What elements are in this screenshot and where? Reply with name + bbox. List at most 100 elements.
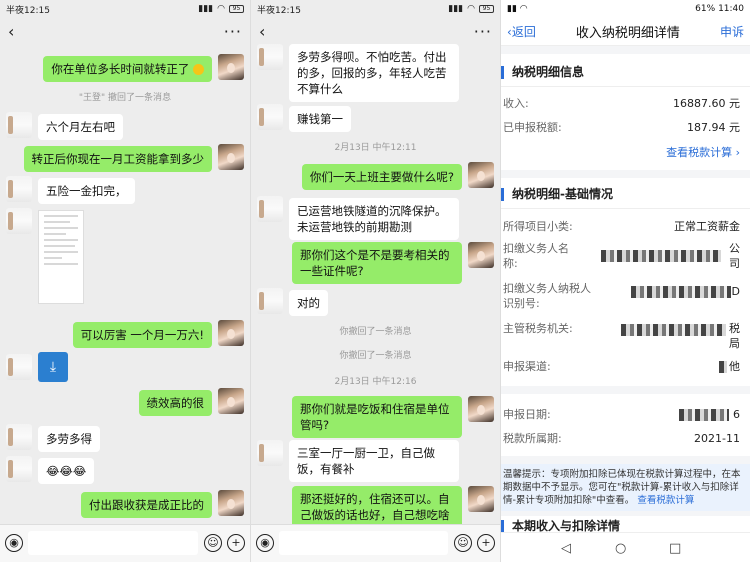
avatar-contact[interactable] bbox=[6, 424, 32, 450]
wifi-icon: ◠ bbox=[467, 4, 475, 14]
message-bubble[interactable]: 三室一厅一厨一卫，自己做饭，有餐补 bbox=[289, 440, 459, 482]
message-bubble[interactable]: 转正后你现在一月工资能拿到多少 bbox=[23, 146, 212, 172]
system-notice: "王登" 撤回了一条消息 bbox=[78, 93, 172, 103]
tax-authority-label: 主管税务机关: bbox=[503, 322, 573, 335]
message-bubble[interactable]: 那你们这个是不是要考相关的一些证件呢? bbox=[292, 242, 462, 284]
system-nav-bar: ◁ ○ □ bbox=[501, 532, 750, 562]
tip-link[interactable]: 查看税款计算 bbox=[637, 495, 694, 506]
timestamp: 2月13日 中午12:11 bbox=[334, 143, 417, 153]
tax-authority-value: 税局 bbox=[729, 322, 740, 350]
voice-icon[interactable]: ◉ bbox=[5, 534, 23, 552]
chat-panel-left: 半夜12:15 ▮▮▮ ◠ 95 ‹ ··· 你在单位多长时间就转正了 "王登"… bbox=[0, 0, 250, 562]
status-time: 11:40 bbox=[718, 4, 744, 14]
message-bubble[interactable]: 你在单位多长时间就转正了 bbox=[43, 56, 212, 82]
avatar-self[interactable] bbox=[218, 54, 244, 80]
status-bar: 半夜12:15 ▮▮▮ ◠ 95 bbox=[251, 0, 500, 18]
message-bubble[interactable]: 你们一天上班主要做什么呢? bbox=[301, 164, 462, 190]
battery-icon: 95 bbox=[229, 5, 244, 13]
back-chevron-icon[interactable]: ‹ bbox=[8, 22, 14, 41]
emoji-picker-icon[interactable]: ☺ bbox=[204, 534, 222, 552]
message-bubble[interactable]: 已运营地铁隧道的沉降保护。未运营地铁的前期勘测 bbox=[289, 198, 459, 240]
declare-date-value: 6 bbox=[733, 408, 740, 421]
avatar-contact[interactable] bbox=[6, 176, 32, 202]
avatar-contact[interactable] bbox=[257, 440, 283, 466]
avatar-contact[interactable] bbox=[257, 288, 283, 314]
plus-icon[interactable]: + bbox=[477, 534, 495, 552]
voice-icon[interactable]: ◉ bbox=[256, 534, 274, 552]
nav-back-icon[interactable]: ◁ bbox=[561, 541, 571, 556]
back-chevron-icon[interactable]: ‹ bbox=[259, 22, 265, 41]
avatar-self[interactable] bbox=[218, 144, 244, 170]
nav-recent-icon[interactable]: □ bbox=[669, 541, 681, 556]
message-bubble[interactable]: 六个月左右吧 bbox=[38, 114, 123, 140]
redacted-mask bbox=[719, 361, 727, 373]
message-bubble[interactable]: 那还挺好的，住宿还可以。自己做饭的话也好，自己想吃啥做啥 bbox=[292, 486, 462, 524]
status-icons-left: ▮▮ ◠ bbox=[507, 4, 528, 14]
withholder-name-label: 扣缴义务人名称: bbox=[503, 242, 569, 270]
status-icons: ▮▮▮ ◠ 95 bbox=[448, 4, 494, 14]
basic-info-card: 纳税明细-基础情况 所得项目小类: 正常工资薪金 扣缴义务人名称: 公司 扣缴义… bbox=[501, 178, 750, 456]
section-title: 纳税明细信息 bbox=[501, 66, 584, 79]
tax-period-value: 2021-11 bbox=[694, 432, 740, 445]
signal-icon: ▮▮▮ bbox=[198, 4, 214, 14]
avatar-self[interactable] bbox=[218, 490, 244, 516]
avatar-self[interactable] bbox=[218, 320, 244, 346]
emoji-icon bbox=[193, 64, 204, 75]
tax-info-card: 纳税明细信息 收入: 16887.60 元 已申报税额: 187.94 元 查看… bbox=[501, 54, 750, 170]
redacted-mask bbox=[601, 250, 721, 262]
message-bubble[interactable]: 绩效高的很 bbox=[138, 390, 212, 416]
more-icon[interactable]: ··· bbox=[474, 22, 492, 41]
more-icon[interactable]: ··· bbox=[224, 22, 242, 41]
page-title: 收入纳税明细详情 bbox=[575, 26, 680, 41]
channel-value: 他 bbox=[729, 360, 740, 373]
message-input[interactable] bbox=[279, 531, 448, 555]
file-download-icon[interactable]: ⤓ bbox=[38, 352, 68, 382]
emoji-picker-icon[interactable]: ☺ bbox=[454, 534, 472, 552]
avatar-self[interactable] bbox=[468, 162, 494, 188]
avatar-contact[interactable] bbox=[6, 208, 32, 234]
input-bar: ◉ ☺ + bbox=[0, 524, 250, 562]
view-tax-calc-link[interactable]: 查看税款计算 › bbox=[666, 145, 740, 160]
avatar-contact[interactable] bbox=[257, 196, 283, 222]
redacted-mask bbox=[679, 409, 729, 421]
avatar-self[interactable] bbox=[468, 486, 494, 512]
message-bubble[interactable]: 赚钱第一 bbox=[289, 106, 351, 132]
avatar-self[interactable] bbox=[218, 388, 244, 414]
avatar-contact[interactable] bbox=[6, 112, 32, 138]
chat-header: ‹ ··· bbox=[251, 18, 500, 44]
avatar-self[interactable] bbox=[468, 396, 494, 422]
status-bar: 半夜12:15 ▮▮▮ ◠ 95 bbox=[0, 0, 250, 18]
system-notice: 你撤回了一条消息 bbox=[339, 327, 412, 337]
image-message[interactable] bbox=[38, 210, 84, 304]
message-bubble[interactable]: 付出跟收获是成正比的 bbox=[81, 492, 212, 518]
item-type-label: 所得项目小类: bbox=[503, 220, 573, 233]
plus-icon[interactable]: + bbox=[227, 534, 245, 552]
avatar-contact[interactable] bbox=[257, 104, 283, 130]
message-list: 多劳多得呗。不怕吃苦。付出的多，回报的多，年轻人吃苦不算什么 赚钱第一 2月13… bbox=[251, 44, 500, 524]
complain-button[interactable]: 申诉 bbox=[720, 23, 744, 40]
wifi-icon: ◠ bbox=[217, 4, 225, 14]
message-bubble[interactable]: 多劳多得 bbox=[38, 426, 100, 452]
redacted-mask bbox=[631, 286, 731, 298]
status-icons: ▮▮▮ ◠ 95 bbox=[198, 4, 244, 14]
income-label: 收入: bbox=[503, 97, 529, 110]
message-bubble[interactable]: 可以厉害 一个月一万六! bbox=[72, 322, 212, 348]
message-bubble[interactable]: 那你们就是吃饭和住宿是单位管吗? bbox=[292, 396, 462, 438]
message-bubble[interactable]: 😂😂😂 bbox=[38, 458, 95, 484]
avatar-contact[interactable] bbox=[6, 456, 32, 482]
message-bubble[interactable]: 多劳多得呗。不怕吃苦。付出的多，回报的多，年轻人吃苦不算什么 bbox=[289, 44, 459, 102]
avatar-contact[interactable] bbox=[257, 44, 283, 70]
chat-header: ‹ ··· bbox=[0, 18, 250, 44]
declare-date-label: 申报日期: bbox=[503, 408, 551, 421]
avatar-self[interactable] bbox=[468, 242, 494, 268]
tax-period-label: 税款所属期: bbox=[503, 432, 562, 445]
message-bubble[interactable]: 对的 bbox=[289, 290, 328, 316]
back-button[interactable]: ‹返回 bbox=[507, 23, 536, 40]
message-bubble[interactable]: 五险一金扣完， bbox=[38, 178, 135, 204]
message-input[interactable] bbox=[28, 531, 198, 555]
withholder-name-value: 公司 bbox=[729, 242, 740, 270]
status-time: 半夜12:15 bbox=[6, 5, 50, 16]
nav-home-icon[interactable]: ○ bbox=[615, 541, 626, 556]
avatar-contact[interactable] bbox=[6, 354, 32, 380]
input-bar: ◉ ☺ + bbox=[251, 524, 500, 562]
